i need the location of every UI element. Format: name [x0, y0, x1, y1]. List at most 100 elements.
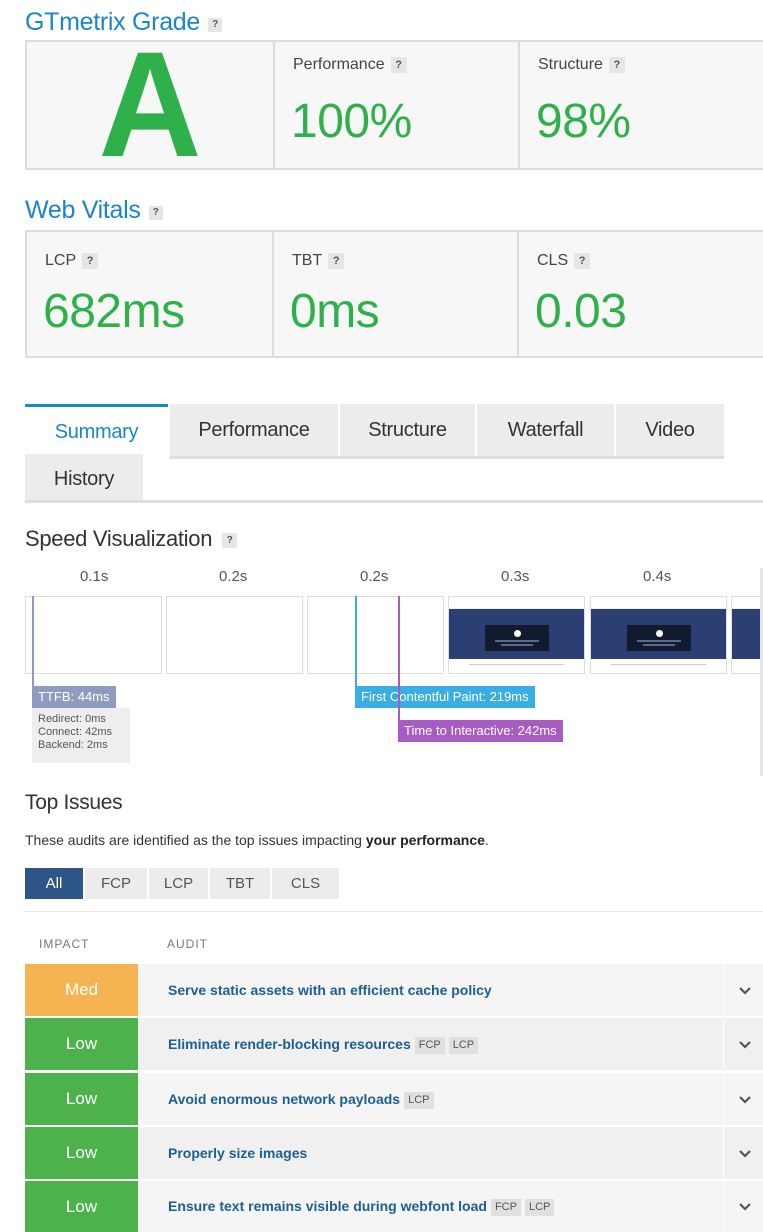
audit-title[interactable]: Avoid enormous network payloads LCP — [168, 1073, 434, 1125]
tag-lcp: LCP — [524, 1198, 555, 1216]
fcp-marker: First Contentful Paint: 219ms — [355, 686, 535, 708]
tab-structure[interactable]: Structure — [340, 404, 475, 456]
filter-lcp[interactable]: LCP — [149, 868, 208, 899]
performance-value: 100% — [291, 95, 412, 148]
cls-cell: CLS? 0.03 — [519, 232, 763, 356]
cls-help-icon[interactable]: ? — [574, 252, 591, 269]
frame-hero — [591, 609, 726, 659]
audit-title[interactable]: Serve static assets with an efficient ca… — [168, 964, 492, 1016]
grade-help-icon[interactable]: ? — [208, 18, 222, 32]
tag-lcp: LCP — [404, 1091, 434, 1109]
structure-cell: Structure? 98% — [520, 42, 763, 168]
frame-header — [449, 597, 584, 609]
vitals-box: LCP? 682ms TBT? 0ms CLS? 0.03 — [25, 230, 763, 358]
divider — [25, 911, 763, 912]
frame-hero — [732, 609, 763, 659]
impact-badge-low: Low — [25, 1073, 138, 1125]
issue-row[interactable]: Low Ensure text remains visible during w… — [25, 1181, 763, 1232]
performance-label: Performance? — [293, 56, 407, 74]
ttfb-details: Redirect: 0ms Connect: 42ms Backend: 2ms — [32, 708, 130, 763]
filter-fcp[interactable]: FCP — [85, 868, 147, 899]
lcp-help-icon[interactable]: ? — [82, 252, 99, 269]
lcp-label: LCP? — [45, 252, 99, 270]
filmstrip-frame-screenshot[interactable] — [448, 596, 585, 674]
lcp-value: 682ms — [43, 285, 185, 338]
filmstrip-frame[interactable] — [25, 596, 162, 674]
impact-badge-low: Low — [25, 1181, 138, 1232]
expand-chevron-icon[interactable] — [723, 1073, 763, 1125]
structure-value: 98% — [536, 95, 631, 148]
tick-label: 0.3s — [501, 568, 530, 585]
filter-tbt[interactable]: TBT — [210, 868, 270, 899]
impact-badge-med: Med — [25, 964, 138, 1016]
tbt-help-icon[interactable]: ? — [328, 252, 345, 269]
frame-card — [627, 625, 691, 651]
tag-fcp: FCP — [414, 1036, 445, 1054]
tick-label: 0.1s — [80, 568, 109, 585]
tab-divider — [170, 456, 724, 459]
tab-performance[interactable]: Performance — [170, 404, 338, 456]
issue-row[interactable]: Low Avoid enormous network payloads LCP — [25, 1073, 763, 1125]
frame-header — [732, 597, 763, 609]
impact-badge-low: Low — [25, 1127, 138, 1179]
filter-cls[interactable]: CLS — [272, 868, 339, 899]
frame-logo-icon — [514, 630, 521, 637]
performance-help-icon[interactable]: ? — [390, 56, 407, 73]
issue-row[interactable]: Med Serve static assets with an efficien… — [25, 964, 763, 1016]
ttfb-line — [32, 596, 34, 686]
audit-title[interactable]: Eliminate render-blocking resources FCP LC… — [168, 1018, 479, 1070]
issue-row[interactable]: Low Properly size images — [25, 1127, 763, 1179]
cls-label: CLS? — [537, 252, 591, 270]
tti-marker: Time to Interactive: 242ms — [398, 720, 563, 742]
tag-lcp: LCP — [448, 1036, 479, 1054]
frame-logo-icon — [656, 630, 663, 637]
vitals-help-icon[interactable]: ? — [148, 206, 163, 220]
top-issues-description: These audits are identified as the top i… — [25, 832, 489, 848]
tick-label: 0.2s — [360, 568, 389, 585]
grade-cell: A — [27, 20, 275, 188]
structure-help-icon[interactable]: ? — [608, 56, 625, 73]
filter-all[interactable]: All — [25, 868, 83, 899]
performance-cell: Performance? 100% — [275, 42, 520, 168]
expand-chevron-icon[interactable] — [723, 1181, 763, 1232]
fcp-line — [355, 596, 357, 686]
impact-badge-low: Low — [25, 1018, 138, 1070]
tab-video[interactable]: Video — [616, 404, 724, 456]
filmstrip-frame-screenshot[interactable] — [590, 596, 727, 674]
filmstrip-frame[interactable] — [166, 596, 303, 674]
frame-header — [591, 597, 726, 609]
speed-help-icon[interactable]: ? — [222, 533, 238, 548]
tick-label: 0.4s — [643, 568, 672, 585]
tabs-bottom-line — [25, 500, 763, 503]
issue-row[interactable]: Low Eliminate render-blocking resources F… — [25, 1018, 763, 1070]
tti-line — [398, 596, 400, 720]
frame-hero — [449, 609, 584, 659]
tab-history[interactable]: History — [25, 454, 143, 500]
filmstrip-frame[interactable] — [307, 596, 444, 674]
audit-title[interactable]: Properly size images — [168, 1127, 307, 1179]
audit-title[interactable]: Ensure text remains visible during webfo… — [168, 1181, 555, 1232]
tick-label: 0.2s — [219, 568, 248, 585]
cls-value: 0.03 — [535, 285, 627, 338]
lcp-cell: LCP? 682ms — [27, 232, 274, 356]
expand-chevron-icon[interactable] — [723, 1018, 763, 1070]
column-audit: AUDIT — [167, 937, 208, 951]
top-issues-title: Top Issues — [25, 791, 123, 814]
tbt-label: TBT? — [292, 252, 345, 270]
expand-chevron-icon[interactable] — [723, 964, 763, 1016]
tab-summary[interactable]: Summary — [25, 404, 168, 456]
expand-chevron-icon[interactable] — [723, 1127, 763, 1179]
grade-letter: A — [98, 20, 202, 188]
frame-card — [485, 625, 549, 651]
tbt-cell: TBT? 0ms — [274, 232, 519, 356]
column-impact: IMPACT — [39, 937, 90, 951]
grade-box: A Performance? 100% Structure? 98% — [25, 20, 763, 188]
tag-fcp: FCP — [490, 1198, 521, 1216]
filmstrip-frame-screenshot[interactable] — [731, 596, 763, 674]
vitals-title: Web Vitals? — [25, 196, 163, 225]
speed-title: Speed Visualization? — [25, 526, 238, 552]
structure-label: Structure? — [538, 56, 625, 74]
tab-waterfall[interactable]: Waterfall — [477, 404, 614, 456]
ttfb-marker: TTFB: 44ms — [32, 686, 116, 708]
tbt-value: 0ms — [290, 285, 380, 338]
